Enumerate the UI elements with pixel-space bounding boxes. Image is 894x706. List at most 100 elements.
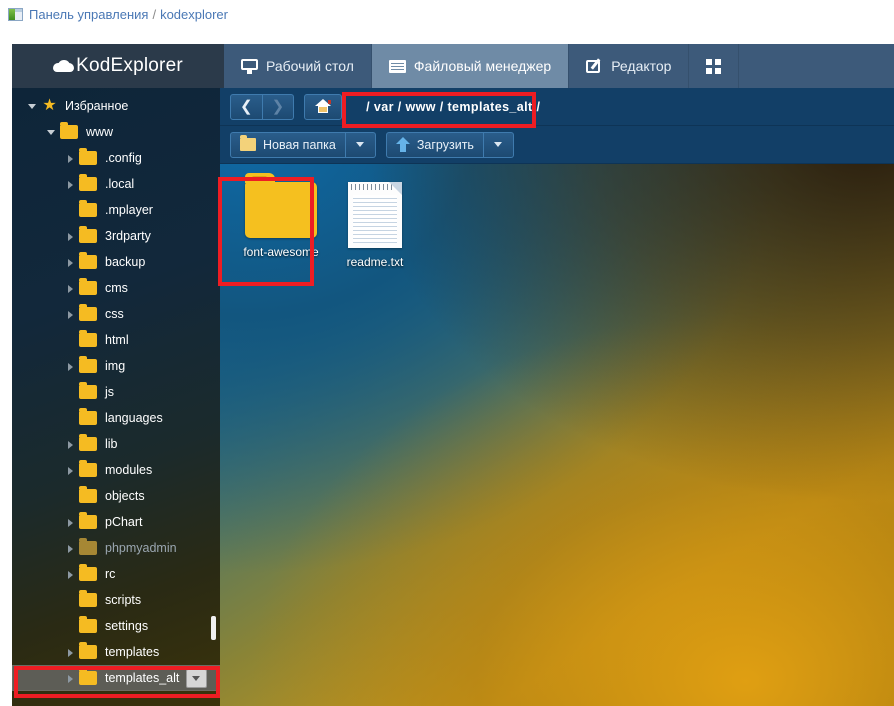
tree-item-label: objects	[105, 489, 145, 503]
sidebar-scrollbar-thumb[interactable]	[211, 616, 216, 640]
folder-icon	[79, 538, 97, 555]
tree-item-css[interactable]: css	[12, 301, 220, 327]
tree-item-html[interactable]: html	[12, 327, 220, 353]
top-navbar: KodExplorer Рабочий стол Файловый менедж…	[12, 44, 894, 88]
tree-item-phpmyadmin[interactable]: phpmyadmin	[12, 535, 220, 561]
tab-editor-label: Редактор	[611, 58, 672, 74]
tree-item-label: html	[105, 333, 129, 347]
tab-file-manager[interactable]: Файловый менеджер	[371, 44, 570, 88]
chevron-right-icon[interactable]	[64, 646, 77, 659]
tree-item-templates_alt[interactable]: templates_alt	[12, 665, 220, 691]
folder-icon	[79, 174, 97, 191]
upload-button[interactable]: Загрузить	[385, 131, 484, 158]
action-toolbar: Новая папка Загрузить	[220, 126, 894, 164]
tree-item-label: modules	[105, 463, 153, 477]
chevron-right-icon[interactable]	[64, 308, 77, 321]
tree-item-label: phpmyadmin	[105, 541, 177, 555]
chevron-down-icon[interactable]	[26, 100, 39, 113]
chevron-right-icon[interactable]	[64, 230, 77, 243]
chevron-right-icon[interactable]	[64, 516, 77, 529]
tree-item-label: img	[105, 359, 126, 373]
upload-dropdown[interactable]	[483, 131, 514, 158]
tab-desktop[interactable]: Рабочий стол	[224, 44, 372, 88]
twisty-placeholder	[64, 386, 77, 399]
tab-editor[interactable]: Редактор	[569, 44, 690, 88]
edit-pencil-icon	[586, 59, 603, 74]
tree-item-menu-caret[interactable]	[186, 668, 208, 688]
file-manager-content: ❮ ❯ / var / www / templates_alt / Новая …	[220, 88, 894, 706]
file-item-label: readme.txt	[346, 255, 404, 269]
folder-icon	[79, 434, 97, 451]
tree-item-lib[interactable]: lib	[12, 431, 220, 457]
tree-item-rc[interactable]: rc	[12, 561, 220, 587]
tree-item-[interactable]: ★ Избранное	[12, 93, 220, 119]
tree-item-www[interactable]: www	[12, 119, 220, 145]
chevron-down-icon[interactable]	[45, 126, 58, 139]
chevron-right-icon[interactable]	[64, 360, 77, 373]
file-item-label: font-awesome	[243, 245, 319, 259]
folder-icon	[79, 304, 97, 321]
tree-item-backup[interactable]: backup	[12, 249, 220, 275]
chevron-right-icon[interactable]	[64, 282, 77, 295]
window-body: ★ Избранное www .config .local .mplayer 3rdpar…	[12, 88, 894, 706]
chevron-right-icon[interactable]	[64, 152, 77, 165]
back-button[interactable]: ❮	[230, 93, 263, 120]
twisty-placeholder	[64, 412, 77, 425]
chevron-right-icon[interactable]	[64, 568, 77, 581]
folder-icon	[79, 616, 97, 633]
upload-arrow-icon	[395, 137, 410, 152]
tree-item-mplayer[interactable]: .mplayer	[12, 197, 220, 223]
folder-large-icon	[245, 173, 317, 238]
twisty-placeholder	[64, 334, 77, 347]
twisty-placeholder	[64, 490, 77, 503]
tab-apps[interactable]	[689, 44, 740, 88]
folder-icon	[240, 135, 256, 151]
chevron-right-icon[interactable]	[64, 672, 77, 685]
path-breadcrumb[interactable]: / var / www / templates_alt /	[352, 94, 554, 120]
tree-item-pchart[interactable]: pChart	[12, 509, 220, 535]
tree-item-js[interactable]: js	[12, 379, 220, 405]
cloud-icon	[53, 60, 75, 72]
tree-item-label: js	[105, 385, 115, 399]
chevron-right-icon[interactable]	[64, 464, 77, 477]
file-item-font-awesome[interactable]: font-awesome	[234, 173, 328, 277]
tree-item-label: Избранное	[65, 99, 129, 113]
folder-icon	[79, 564, 97, 581]
chevron-right-icon[interactable]	[64, 256, 77, 269]
twisty-placeholder	[64, 204, 77, 217]
chevron-right-icon[interactable]	[64, 438, 77, 451]
brand-logo[interactable]: KodExplorer	[12, 44, 224, 88]
file-grid: font-awesome readme.txt	[220, 164, 894, 277]
folder-icon	[79, 278, 97, 295]
tree-item-scripts[interactable]: scripts	[12, 587, 220, 613]
folder-icon	[79, 642, 97, 659]
folder-icon	[79, 382, 97, 399]
tree-item-img[interactable]: img	[12, 353, 220, 379]
new-folder-button[interactable]: Новая папка	[230, 131, 346, 158]
tree-item-config[interactable]: .config	[12, 145, 220, 171]
tree-item-objects[interactable]: objects	[12, 483, 220, 509]
tree-item-settings[interactable]: settings	[12, 613, 220, 639]
tree-item-languages[interactable]: languages	[12, 405, 220, 431]
folder-icon	[79, 512, 97, 529]
file-item-readme.txt[interactable]: readme.txt	[328, 176, 422, 277]
chevron-down-icon	[356, 142, 365, 147]
folder-icon	[79, 356, 97, 373]
breadcrumb: Панель управления / kodexplorer	[0, 0, 894, 28]
tree-item-templates[interactable]: templates	[12, 639, 220, 665]
tree-item-label: pChart	[105, 515, 143, 529]
chevron-right-icon[interactable]	[64, 178, 77, 191]
breadcrumb-root-link[interactable]: Панель управления	[29, 7, 148, 22]
tree-item-3rdparty[interactable]: 3rdparty	[12, 223, 220, 249]
star-icon: ★	[42, 97, 57, 114]
new-folder-dropdown[interactable]	[345, 131, 376, 158]
forward-button[interactable]: ❯	[262, 93, 295, 120]
tree-item-cms[interactable]: cms	[12, 275, 220, 301]
tree-item-label: css	[105, 307, 124, 321]
tree-item-local[interactable]: .local	[12, 171, 220, 197]
home-button[interactable]	[304, 93, 343, 120]
twisty-placeholder	[64, 594, 77, 607]
files-icon	[388, 59, 406, 74]
chevron-right-icon[interactable]	[64, 542, 77, 555]
tree-item-modules[interactable]: modules	[12, 457, 220, 483]
